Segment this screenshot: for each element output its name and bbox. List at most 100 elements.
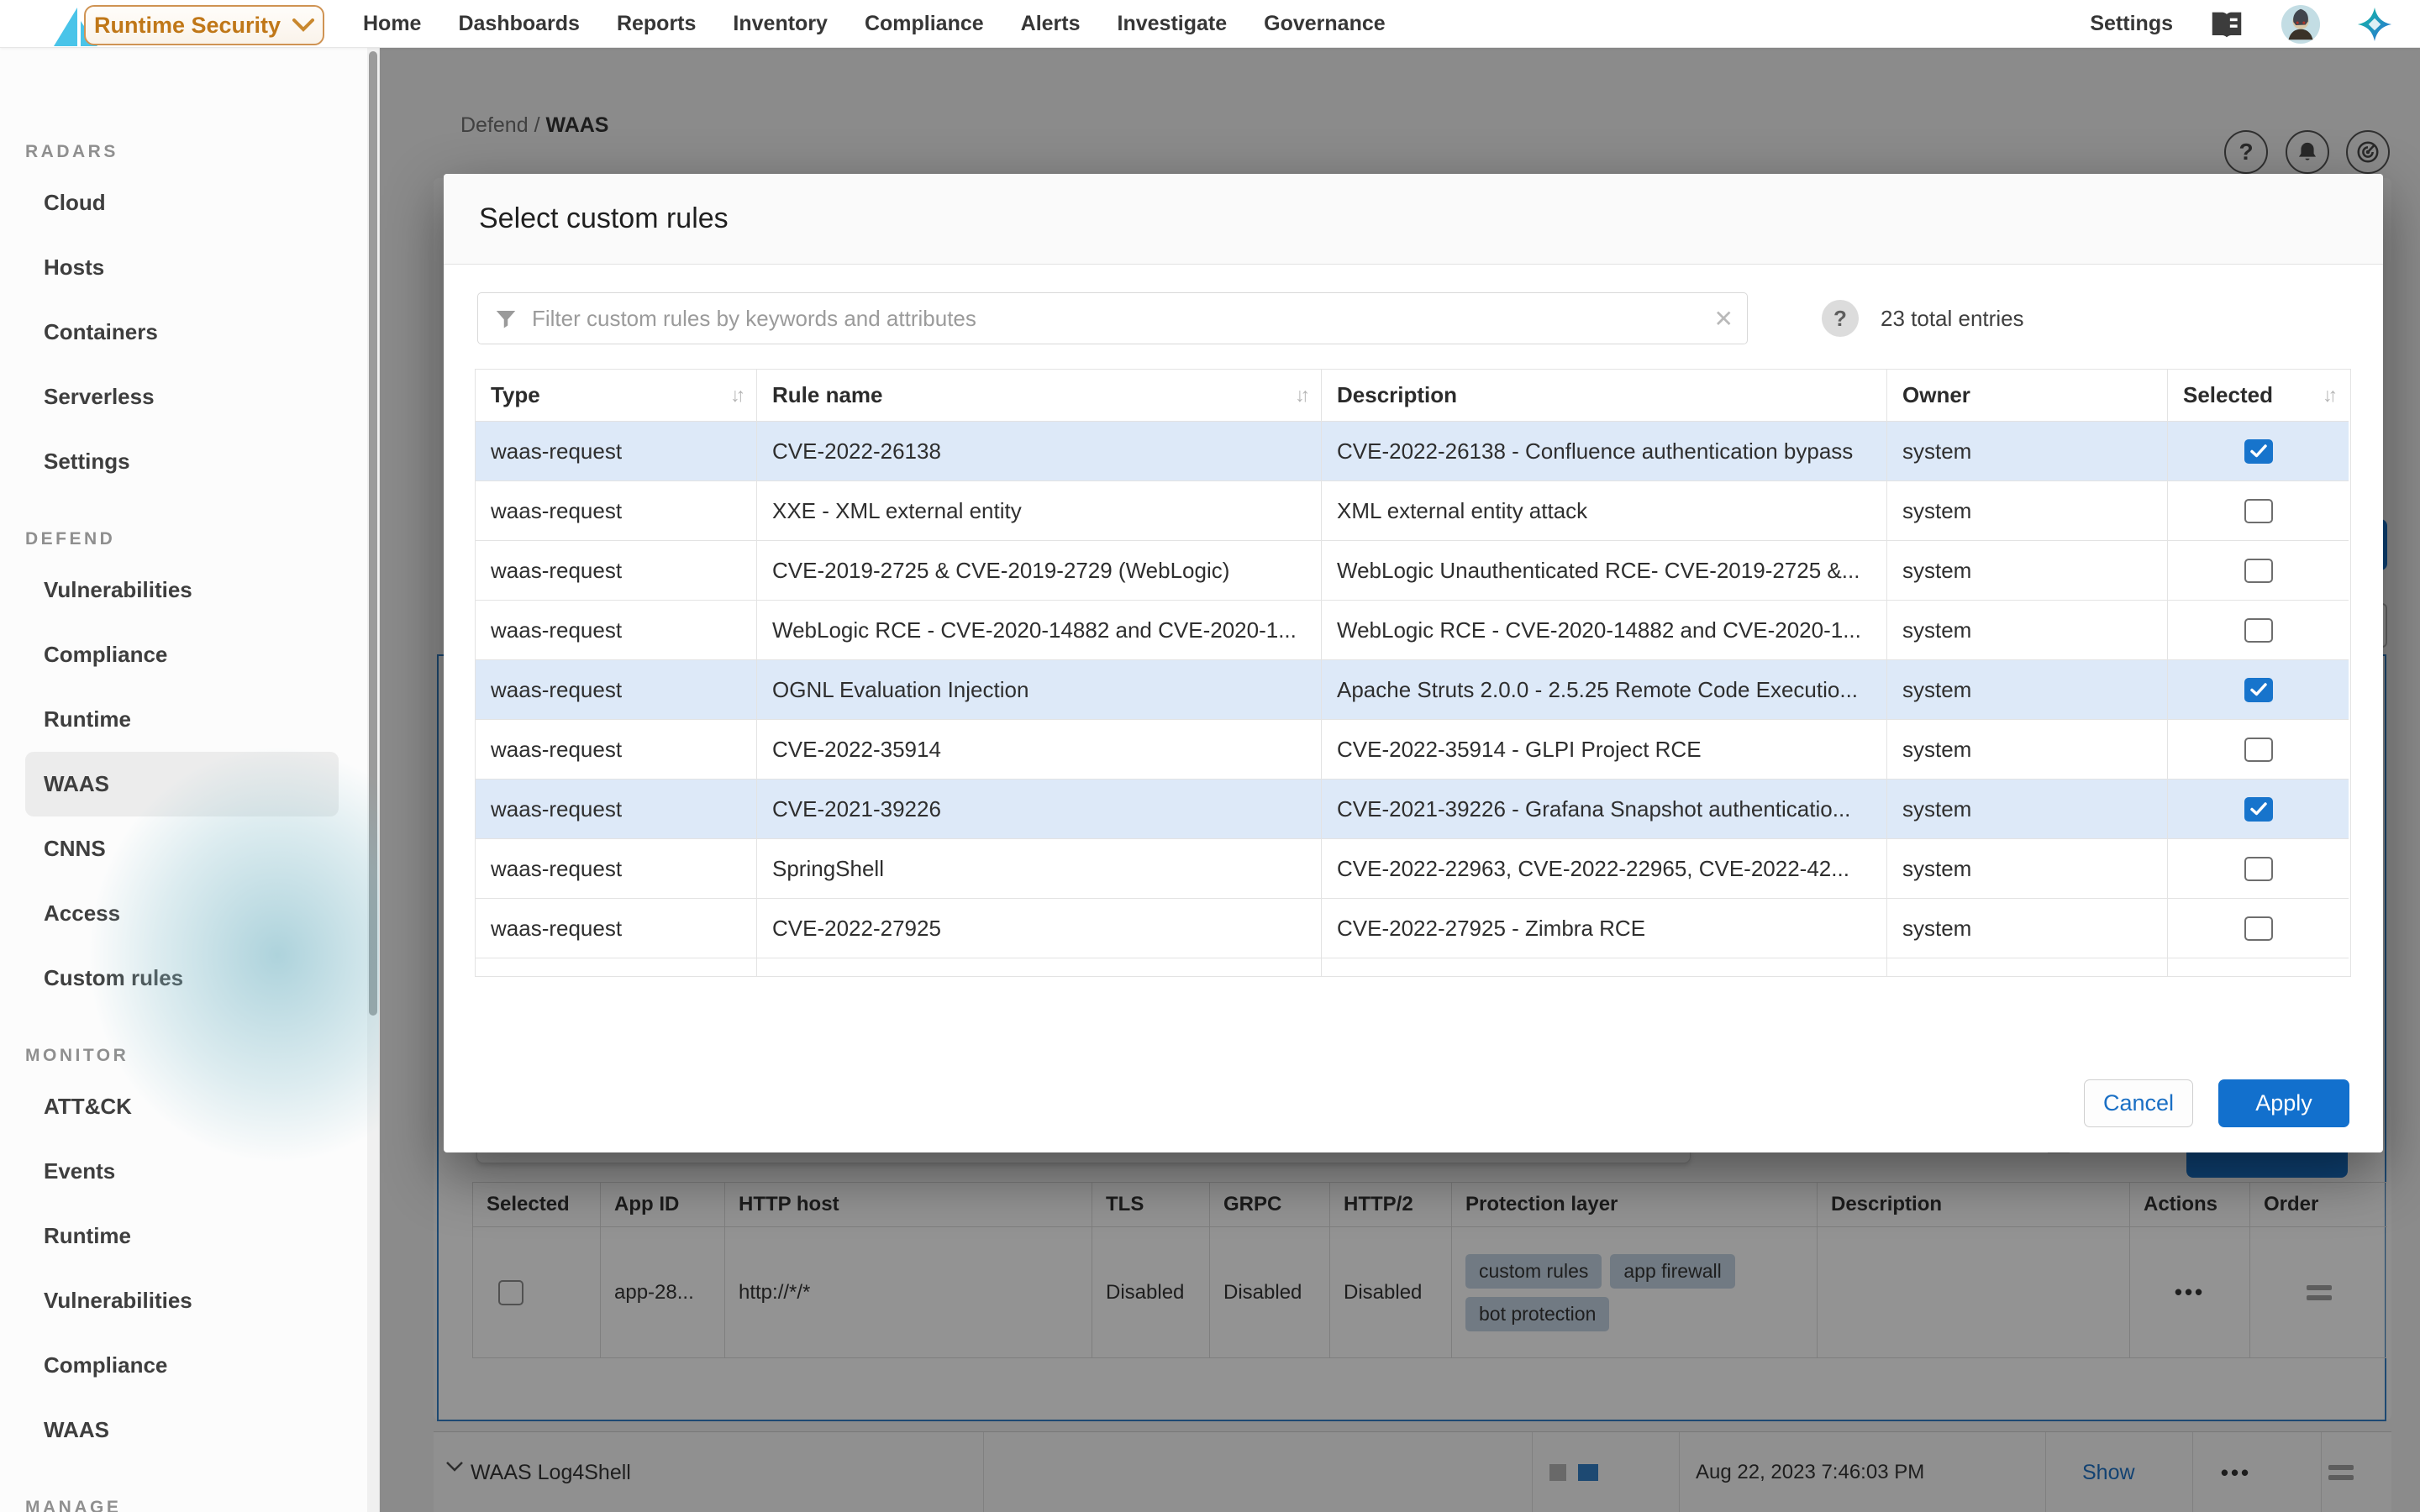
- table-row-partial: [476, 958, 2350, 976]
- sidebar-item-compliance[interactable]: Compliance: [25, 622, 339, 687]
- rule-description-cell: CVE-2022-27925 - Zimbra RCE: [1322, 899, 1887, 958]
- cancel-button[interactable]: Cancel: [2084, 1079, 2193, 1127]
- rule-owner-cell: system: [1887, 839, 2168, 899]
- selected-cell: [2168, 839, 2349, 899]
- rules-filter-field: ✕: [477, 292, 1748, 344]
- column-header-selected[interactable]: Selected↓↑: [2168, 370, 2349, 422]
- table-row[interactable]: waas-requestCVE-2021-39226CVE-2021-39226…: [476, 780, 2350, 839]
- empty-cell: [757, 958, 1322, 976]
- table-row[interactable]: waas-requestCVE-2022-27925CVE-2022-27925…: [476, 899, 2350, 958]
- table-row[interactable]: waas-requestXXE - XML external entityXML…: [476, 481, 2350, 541]
- rule-owner-cell: system: [1887, 720, 2168, 780]
- sidebar-item-access[interactable]: Access: [25, 881, 339, 946]
- sidebar-item-runtime[interactable]: Runtime: [25, 687, 339, 752]
- sort-icon[interactable]: ↓↑: [730, 384, 741, 407]
- sidebar: RADARSCloudHostsContainersServerlessSett…: [0, 48, 380, 1512]
- sort-icon[interactable]: ↓↑: [2323, 384, 2333, 407]
- nav-item-home[interactable]: Home: [363, 12, 421, 36]
- selected-cell: [2168, 422, 2349, 481]
- nav-item-inventory[interactable]: Inventory: [733, 12, 828, 36]
- rule-name-cell: WebLogic RCE - CVE-2020-14882 and CVE-20…: [757, 601, 1322, 660]
- sidebar-item-serverless[interactable]: Serverless: [25, 365, 339, 429]
- checkbox-checked[interactable]: [2244, 439, 2273, 464]
- checkbox-unchecked[interactable]: [2244, 499, 2273, 523]
- sidebar-item-waas[interactable]: WAAS: [25, 752, 339, 816]
- selected-cell: [2168, 660, 2349, 720]
- column-header-type[interactable]: Type↓↑: [476, 370, 757, 422]
- table-row[interactable]: waas-requestOGNL Evaluation InjectionApa…: [476, 660, 2350, 720]
- column-header-rule-name[interactable]: Rule name↓↑: [757, 370, 1322, 422]
- sidebar-item-vulnerabilities[interactable]: Vulnerabilities: [25, 558, 339, 622]
- sidebar-item-runtime[interactable]: Runtime: [25, 1204, 339, 1268]
- filter-help-icon[interactable]: ?: [1822, 300, 1859, 337]
- nav-item-investigate[interactable]: Investigate: [1118, 12, 1228, 36]
- selected-cell: [2168, 720, 2349, 780]
- sidebar-item-hosts[interactable]: Hosts: [25, 235, 339, 300]
- sidebar-item-custom-rules[interactable]: Custom rules: [25, 946, 339, 1011]
- column-header-owner[interactable]: Owner: [1887, 370, 2168, 422]
- rule-owner-cell: system: [1887, 660, 2168, 720]
- sidebar-item-containers[interactable]: Containers: [25, 300, 339, 365]
- documentation-book-icon[interactable]: [2207, 4, 2247, 45]
- rule-description-cell: CVE-2022-26138 - Confluence authenticati…: [1322, 422, 1887, 481]
- rule-description-cell: CVE-2021-39226 - Grafana Snapshot authen…: [1322, 780, 1887, 839]
- table-row[interactable]: waas-requestCVE-2022-26138CVE-2022-26138…: [476, 422, 2350, 481]
- prisma-sparkle-icon[interactable]: [2354, 4, 2395, 45]
- chevron-down-icon: [292, 18, 314, 32]
- sidebar-item-cnns[interactable]: CNNS: [25, 816, 339, 881]
- rule-name-type: waas-request: [476, 899, 757, 958]
- nav-item-dashboards[interactable]: Dashboards: [458, 12, 579, 36]
- nav-item-alerts[interactable]: Alerts: [1021, 12, 1081, 36]
- table-row[interactable]: waas-requestSpringShellCVE-2022-22963, C…: [476, 839, 2350, 899]
- rule-owner-cell: system: [1887, 899, 2168, 958]
- rule-owner-cell: system: [1887, 541, 2168, 601]
- checkbox-unchecked[interactable]: [2244, 559, 2273, 583]
- nav-item-compliance[interactable]: Compliance: [865, 12, 984, 36]
- checkbox-unchecked[interactable]: [2244, 738, 2273, 762]
- sidebar-nav-list: RADARSCloudHostsContainersServerlessSett…: [0, 48, 379, 1512]
- sidebar-scrollbar-thumb[interactable]: [369, 51, 377, 1016]
- checkbox-unchecked[interactable]: [2244, 618, 2273, 643]
- top-nav-right: Settings: [2090, 0, 2395, 48]
- modal-footer: Cancel Apply: [2084, 1079, 2349, 1127]
- sidebar-item-events[interactable]: Events: [25, 1139, 339, 1204]
- rule-owner-cell: system: [1887, 422, 2168, 481]
- rule-name-cell: CVE-2022-27925: [757, 899, 1322, 958]
- empty-cell: [476, 958, 757, 976]
- checkbox-checked[interactable]: [2244, 797, 2273, 822]
- sidebar-item-compliance[interactable]: Compliance: [25, 1333, 339, 1398]
- user-avatar[interactable]: [2281, 4, 2321, 45]
- sidebar-item-cloud[interactable]: Cloud: [25, 171, 339, 235]
- rules-filter-input[interactable]: [532, 293, 1691, 344]
- sidebar-item-vulnerabilities[interactable]: Vulnerabilities: [25, 1268, 339, 1333]
- rule-owner-cell: system: [1887, 601, 2168, 660]
- sidebar-item-att-ck[interactable]: ATT&CK: [25, 1074, 339, 1139]
- checkbox-checked[interactable]: [2244, 678, 2273, 702]
- settings-link[interactable]: Settings: [2090, 12, 2173, 36]
- product-switcher[interactable]: Runtime Security: [84, 5, 324, 45]
- rule-name-type: waas-request: [476, 839, 757, 899]
- sort-icon[interactable]: ↓↑: [1295, 384, 1306, 407]
- table-row[interactable]: waas-requestWebLogic RCE - CVE-2020-1488…: [476, 601, 2350, 660]
- rule-name-type: waas-request: [476, 720, 757, 780]
- table-row[interactable]: waas-requestCVE-2019-2725 & CVE-2019-272…: [476, 541, 2350, 601]
- sidebar-item-settings[interactable]: Settings: [25, 429, 339, 494]
- rule-name-cell: OGNL Evaluation Injection: [757, 660, 1322, 720]
- empty-cell: [1887, 958, 2168, 976]
- rule-name-cell: CVE-2022-26138: [757, 422, 1322, 481]
- rule-description-cell: XML external entity attack: [1322, 481, 1887, 541]
- checkbox-unchecked[interactable]: [2244, 916, 2273, 941]
- apply-button[interactable]: Apply: [2218, 1079, 2349, 1127]
- nav-item-reports[interactable]: Reports: [617, 12, 696, 36]
- table-row[interactable]: waas-requestCVE-2022-35914CVE-2022-35914…: [476, 720, 2350, 780]
- rule-description-cell: Apache Struts 2.0.0 - 2.5.25 Remote Code…: [1322, 660, 1887, 720]
- rule-owner-cell: system: [1887, 780, 2168, 839]
- clear-filter-icon[interactable]: ✕: [1714, 293, 1733, 345]
- checkbox-unchecked[interactable]: [2244, 857, 2273, 881]
- column-header-description[interactable]: Description: [1322, 370, 1887, 422]
- sidebar-item-waas[interactable]: WAAS: [25, 1398, 339, 1462]
- modal-title: Select custom rules: [479, 202, 729, 235]
- nav-item-governance[interactable]: Governance: [1264, 12, 1386, 36]
- product-switcher-label: Runtime Security: [94, 13, 281, 39]
- rule-name-type: waas-request: [476, 541, 757, 601]
